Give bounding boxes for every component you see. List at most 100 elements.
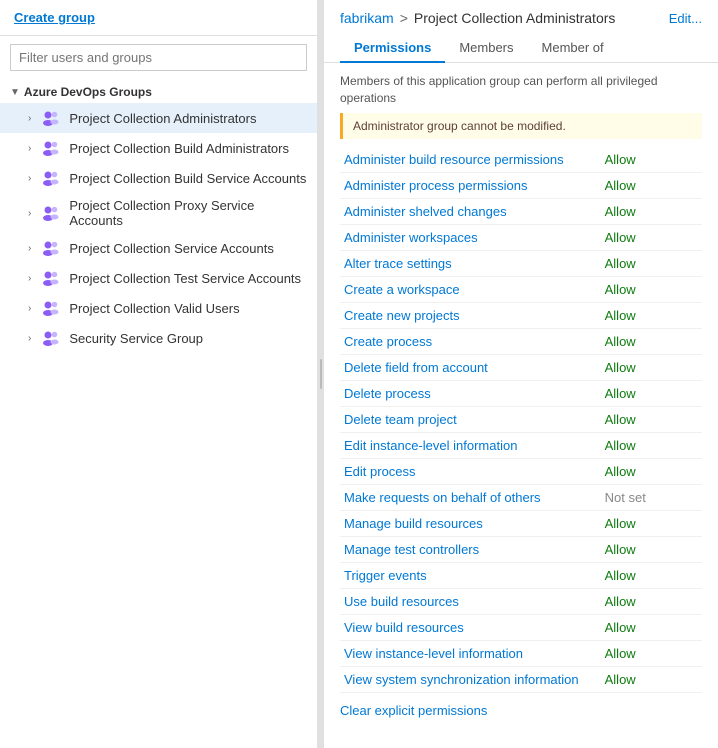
- permission-row: Use build resources Allow: [340, 588, 702, 614]
- clear-permissions-link[interactable]: Clear explicit permissions: [340, 703, 487, 718]
- permission-value[interactable]: Allow: [601, 562, 702, 588]
- warning-bar: Administrator group cannot be modified.: [340, 113, 702, 139]
- permission-name[interactable]: Make requests on behalf of others: [340, 484, 601, 510]
- tabs: PermissionsMembersMember of: [340, 34, 702, 62]
- permission-name[interactable]: Use build resources: [340, 588, 601, 614]
- permission-row: Administer build resource permissions Al…: [340, 147, 702, 173]
- category-chevron-icon: ▼: [10, 87, 20, 98]
- permission-name[interactable]: Create new projects: [340, 302, 601, 328]
- permission-name[interactable]: Administer shelved changes: [340, 198, 601, 224]
- breadcrumb-org[interactable]: fabrikam: [340, 10, 394, 26]
- group-chevron-icon: ›: [28, 243, 31, 254]
- permission-name[interactable]: Administer build resource permissions: [340, 147, 601, 173]
- group-section: ▼ Azure DevOps Groups › Project Collecti…: [0, 79, 317, 748]
- permission-name[interactable]: View build resources: [340, 614, 601, 640]
- group-avatar-icon: [41, 268, 61, 288]
- create-group-button[interactable]: Create group: [0, 0, 317, 36]
- permission-name[interactable]: View system synchronization information: [340, 666, 601, 692]
- group-item[interactable]: › Project Collection Build Administrator…: [0, 133, 317, 163]
- permission-value[interactable]: Allow: [601, 328, 702, 354]
- permission-row: Create a workspace Allow: [340, 276, 702, 302]
- permission-row: Administer process permissions Allow: [340, 172, 702, 198]
- category-label: Azure DevOps Groups: [24, 85, 152, 99]
- tab-members[interactable]: Members: [445, 34, 527, 63]
- group-item-label: Project Collection Proxy Service Account…: [69, 198, 307, 228]
- group-chevron-icon: ›: [28, 273, 31, 284]
- permission-name[interactable]: View instance-level information: [340, 640, 601, 666]
- permission-name[interactable]: Administer workspaces: [340, 224, 601, 250]
- permissions-content: Members of this application group can pe…: [324, 63, 718, 748]
- group-item-label: Project Collection Build Service Account…: [69, 171, 306, 186]
- group-avatar-icon: [41, 168, 61, 188]
- group-chevron-icon: ›: [28, 208, 31, 219]
- permission-name[interactable]: Delete field from account: [340, 354, 601, 380]
- tab-permissions[interactable]: Permissions: [340, 34, 445, 63]
- permission-value[interactable]: Not set: [601, 484, 702, 510]
- permission-value[interactable]: Allow: [601, 302, 702, 328]
- permission-value[interactable]: Allow: [601, 354, 702, 380]
- permission-name[interactable]: Delete team project: [340, 406, 601, 432]
- permission-name[interactable]: Create process: [340, 328, 601, 354]
- group-avatar-icon: [41, 203, 61, 223]
- permission-row: View instance-level information Allow: [340, 640, 702, 666]
- permission-name[interactable]: Alter trace settings: [340, 250, 601, 276]
- permission-value[interactable]: Allow: [601, 510, 702, 536]
- group-item[interactable]: › Security Service Group: [0, 323, 317, 353]
- permission-name[interactable]: Administer process permissions: [340, 172, 601, 198]
- group-item-label: Project Collection Build Administrators: [69, 141, 289, 156]
- permission-name[interactable]: Manage test controllers: [340, 536, 601, 562]
- permission-value[interactable]: Allow: [601, 458, 702, 484]
- permission-row: Administer shelved changes Allow: [340, 198, 702, 224]
- right-header: fabrikam > Project Collection Administra…: [324, 0, 718, 63]
- edit-button[interactable]: Edit...: [669, 11, 702, 26]
- permission-value[interactable]: Allow: [601, 250, 702, 276]
- group-avatar-icon: [41, 108, 61, 128]
- permission-value[interactable]: Allow: [601, 380, 702, 406]
- group-chevron-icon: ›: [28, 143, 31, 154]
- filter-input[interactable]: [10, 44, 307, 71]
- group-chevron-icon: ›: [28, 173, 31, 184]
- permission-value[interactable]: Allow: [601, 432, 702, 458]
- permission-name[interactable]: Edit instance-level information: [340, 432, 601, 458]
- permission-value[interactable]: Allow: [601, 666, 702, 692]
- group-list: › Project Collection Administrators › Pr…: [0, 103, 317, 353]
- panel-divider[interactable]: [318, 0, 324, 748]
- permission-value[interactable]: Allow: [601, 614, 702, 640]
- permission-value[interactable]: Allow: [601, 588, 702, 614]
- tab-memberOf[interactable]: Member of: [528, 34, 618, 63]
- group-item-label: Project Collection Test Service Accounts: [69, 271, 301, 286]
- permission-name[interactable]: Edit process: [340, 458, 601, 484]
- permission-row: Edit process Allow: [340, 458, 702, 484]
- group-item[interactable]: › Project Collection Test Service Accoun…: [0, 263, 317, 293]
- permission-value[interactable]: Allow: [601, 198, 702, 224]
- permission-value[interactable]: Allow: [601, 172, 702, 198]
- permission-row: Delete field from account Allow: [340, 354, 702, 380]
- permission-value[interactable]: Allow: [601, 147, 702, 173]
- permission-row: Administer workspaces Allow: [340, 224, 702, 250]
- permission-row: Delete team project Allow: [340, 406, 702, 432]
- group-item[interactable]: › Project Collection Service Accounts: [0, 233, 317, 263]
- permission-name[interactable]: Delete process: [340, 380, 601, 406]
- group-avatar-icon: [41, 298, 61, 318]
- permission-value[interactable]: Allow: [601, 640, 702, 666]
- breadcrumb-separator: >: [400, 10, 408, 26]
- permission-name[interactable]: Create a workspace: [340, 276, 601, 302]
- permission-row: Alter trace settings Allow: [340, 250, 702, 276]
- group-avatar-icon: [41, 238, 61, 258]
- group-category[interactable]: ▼ Azure DevOps Groups: [0, 79, 317, 103]
- permission-name[interactable]: Manage build resources: [340, 510, 601, 536]
- permission-name[interactable]: Trigger events: [340, 562, 601, 588]
- permission-row: Create process Allow: [340, 328, 702, 354]
- group-item-label: Project Collection Valid Users: [69, 301, 239, 316]
- group-item[interactable]: › Project Collection Valid Users: [0, 293, 317, 323]
- permission-row: Manage test controllers Allow: [340, 536, 702, 562]
- permission-value[interactable]: Allow: [601, 224, 702, 250]
- group-item[interactable]: › Project Collection Build Service Accou…: [0, 163, 317, 193]
- permission-value[interactable]: Allow: [601, 406, 702, 432]
- permission-value[interactable]: Allow: [601, 276, 702, 302]
- permission-value[interactable]: Allow: [601, 536, 702, 562]
- group-avatar-icon: [41, 138, 61, 158]
- group-item[interactable]: › Project Collection Administrators: [0, 103, 317, 133]
- group-item[interactable]: › Project Collection Proxy Service Accou…: [0, 193, 317, 233]
- permission-row: Edit instance-level information Allow: [340, 432, 702, 458]
